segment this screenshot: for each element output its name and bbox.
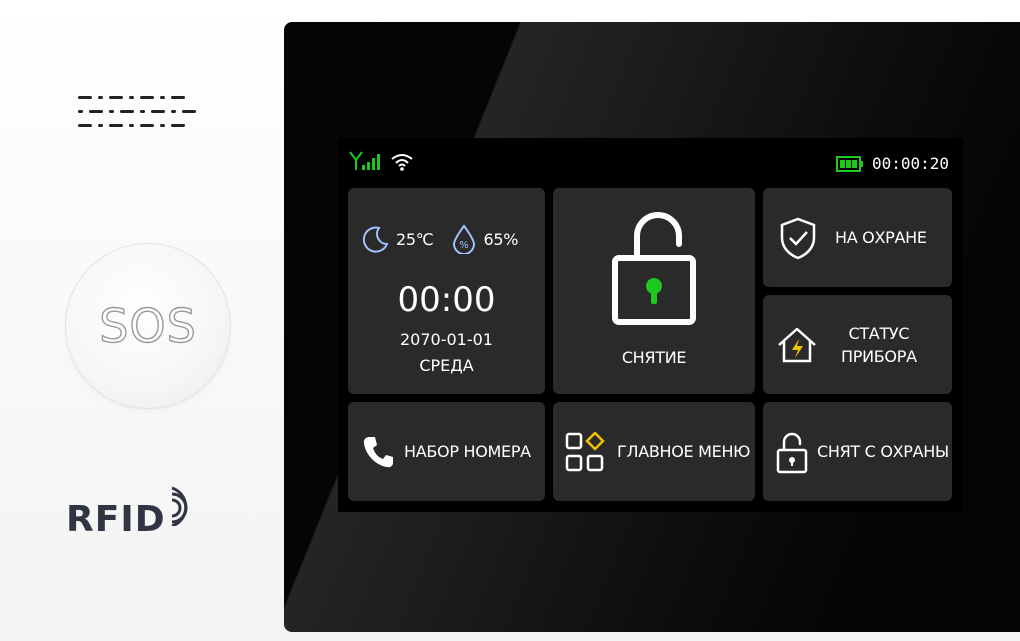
unlock-icon xyxy=(612,212,696,325)
device-status-tile[interactable]: СТАТУС ПРИБОРА xyxy=(763,295,952,394)
clock-weekday: СРЕДА xyxy=(419,356,474,375)
disarm-tile[interactable]: СНЯТИЕ xyxy=(553,188,755,394)
home-bolt-icon xyxy=(778,327,816,362)
clock-date: 2070-01-01 xyxy=(400,330,493,349)
status-label-group: СТАТУС ПРИБОРА xyxy=(841,324,917,366)
wifi-icon xyxy=(391,154,413,171)
dial-number-tile[interactable]: НАБОР НОМЕРА xyxy=(348,402,545,501)
rfid-logo: RFID xyxy=(66,478,202,538)
clock-time: 00:00 xyxy=(397,280,496,320)
status-bar: 00:00:20 xyxy=(338,148,963,178)
status-time: 00:00:20 xyxy=(871,154,949,173)
rfid-wave-icon xyxy=(171,486,188,526)
humidity-drop-icon: % xyxy=(453,224,476,254)
disarmed-tile[interactable]: СНЯТ С ОХРАНЫ xyxy=(763,402,952,501)
battery-icon xyxy=(835,155,863,172)
status-label-line2: ПРИБОРА xyxy=(841,346,917,366)
humidity-value: 65% xyxy=(483,229,519,249)
alarm-panel: SOS RFID 00:00:20 25℃ % 65% 00:00 2070-0… xyxy=(0,0,1020,641)
arm-label: НА ОХРАНЕ xyxy=(835,228,927,247)
shield-check-icon xyxy=(780,217,816,259)
status-label-line1: СТАТУС xyxy=(848,323,910,343)
moon-icon xyxy=(362,226,389,253)
weather-row: 25℃ % 65% xyxy=(360,224,518,254)
touch-display: 00:00:20 25℃ % 65% 00:00 2070-01-01 СРЕД… xyxy=(338,138,963,512)
signal-bars-icon xyxy=(349,151,380,170)
menu-label: ГЛАВНОЕ МЕНЮ xyxy=(617,442,751,461)
rfid-label: RFID xyxy=(66,499,166,540)
svg-text:%: % xyxy=(460,240,470,251)
phone-icon xyxy=(363,436,393,467)
padlock-icon xyxy=(776,432,808,473)
grid-menu-icon xyxy=(565,431,605,471)
main-menu-tile[interactable]: ГЛАВНОЕ МЕНЮ xyxy=(553,402,755,501)
clock-weather-tile: 25℃ % 65% 00:00 2070-01-01 СРЕДА xyxy=(348,188,545,394)
speaker-grille xyxy=(78,96,226,152)
sos-label: SOS xyxy=(98,298,197,353)
disarmed-label: СНЯТ С ОХРАНЫ xyxy=(817,442,949,461)
sos-button[interactable]: SOS xyxy=(66,244,230,408)
arm-tile[interactable]: НА ОХРАНЕ xyxy=(763,188,952,287)
temperature-value: 25℃ xyxy=(396,229,434,249)
disarm-label: СНЯТИЕ xyxy=(621,348,687,367)
dial-label: НАБОР НОМЕРА xyxy=(404,442,531,461)
